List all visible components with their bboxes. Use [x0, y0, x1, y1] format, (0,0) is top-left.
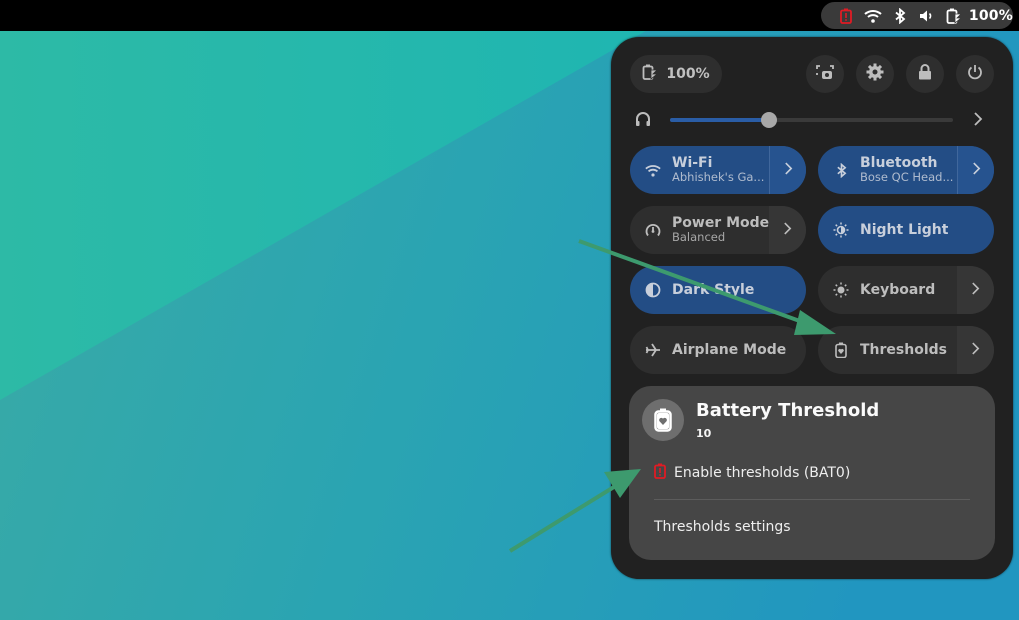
battery-percentage: 100%	[968, 7, 1013, 24]
tile-bluetooth-toggle[interactable]: Bluetooth Bose QC Head...	[818, 146, 957, 194]
wifi-icon	[860, 6, 887, 26]
top-bar: 100%	[0, 0, 1019, 31]
tile-wifi[interactable]: Wi-Fi Abhishek's Ga...	[630, 146, 806, 194]
settings-button[interactable]	[856, 55, 894, 93]
tile-title: Power Mode	[672, 215, 770, 232]
tile-title: Dark Style	[672, 281, 755, 298]
bluetooth-icon	[887, 6, 914, 26]
tile-power-mode-toggle[interactable]: Power Mode Balanced	[630, 206, 769, 254]
tile-keyboard-menu-button[interactable]	[957, 266, 994, 314]
tile-thresholds-toggle[interactable]: Thresholds	[818, 326, 957, 374]
quick-settings-panel: 100% Wi-Fi Abhishek's Ga... Bluetooth Bo…	[611, 37, 1013, 579]
battery-alert-icon	[833, 6, 860, 26]
chevron-right-icon	[971, 341, 980, 360]
battery-label: 100%	[666, 66, 710, 82]
tile-title: Night Light	[860, 221, 949, 238]
thresholds-settings-item[interactable]: Thresholds settings	[654, 519, 791, 535]
power-mode-icon	[644, 221, 662, 239]
menu-subtitle: 10	[696, 427, 712, 440]
volume-row	[630, 107, 990, 131]
tile-keyboard-toggle[interactable]: Keyboard	[818, 266, 957, 314]
wifi-icon	[644, 161, 662, 179]
tile-bluetooth[interactable]: Bluetooth Bose QC Head...	[818, 146, 994, 194]
airplane-icon	[644, 341, 662, 359]
volume-slider-handle[interactable]	[761, 112, 778, 128]
enable-thresholds-item[interactable]: Enable thresholds (BAT0)	[654, 463, 850, 483]
chevron-right-icon	[971, 281, 980, 300]
tile-title: Wi-Fi	[672, 155, 713, 172]
tile-bluetooth-menu-button[interactable]	[957, 146, 994, 194]
battery-heart-icon	[832, 341, 850, 359]
chevron-right-icon	[784, 161, 793, 180]
tile-title: Bluetooth	[860, 155, 938, 172]
system-status-menu[interactable]: 100%	[821, 2, 1013, 29]
volume-slider-fill	[670, 118, 770, 122]
tile-airplane-mode[interactable]: Airplane Mode	[630, 326, 806, 374]
night-light-icon	[832, 221, 850, 239]
tile-thresholds[interactable]: Thresholds	[818, 326, 994, 374]
battery-button[interactable]: 100%	[630, 55, 722, 93]
battery-threshold-menu: Battery Threshold 10 Enable thresholds (…	[629, 386, 995, 560]
battery-heart-icon	[642, 399, 684, 441]
tile-power-mode-menu-button[interactable]	[769, 206, 806, 254]
screenshot-button[interactable]	[806, 55, 844, 93]
settings-icon	[866, 63, 884, 85]
tile-night-light[interactable]: Night Light	[818, 206, 994, 254]
power-icon	[967, 64, 983, 84]
enable-thresholds-label: Enable thresholds (BAT0)	[674, 465, 851, 481]
battery-charging-icon	[940, 6, 967, 26]
tile-keyboard[interactable]: Keyboard	[818, 266, 994, 314]
tile-subtitle: Abhishek's Ga...	[672, 170, 765, 185]
volume-slider[interactable]	[670, 112, 953, 128]
chevron-right-icon	[783, 221, 792, 240]
tile-night-light-toggle[interactable]: Night Light	[818, 206, 994, 254]
tile-title: Thresholds	[860, 341, 947, 358]
tile-dark-style[interactable]: Dark Style	[630, 266, 806, 314]
dark-style-icon	[644, 281, 662, 299]
menu-title: Battery Threshold	[696, 400, 880, 421]
tile-thresholds-menu-button[interactable]	[957, 326, 994, 374]
headphones-icon	[635, 111, 651, 131]
tile-title: Keyboard	[860, 281, 936, 298]
battery-charging-icon	[642, 64, 659, 84]
tile-subtitle: Bose QC Head...	[860, 170, 954, 185]
tile-title: Airplane Mode	[672, 341, 787, 358]
battery-alert-icon	[654, 463, 666, 483]
brightness-icon	[832, 281, 850, 299]
tile-power-mode[interactable]: Power Mode Balanced	[630, 206, 806, 254]
chevron-right-icon	[972, 161, 981, 180]
lock-button[interactable]	[906, 55, 944, 93]
tile-dark-style-toggle[interactable]: Dark Style	[630, 266, 806, 314]
tile-airplane-mode-toggle[interactable]: Airplane Mode	[630, 326, 806, 374]
tile-wifi-toggle[interactable]: Wi-Fi Abhishek's Ga...	[630, 146, 769, 194]
tile-subtitle: Balanced	[672, 230, 726, 245]
bluetooth-icon	[832, 161, 850, 179]
screenshot-icon	[816, 64, 834, 84]
menu-separator	[654, 499, 970, 500]
power-button[interactable]	[956, 55, 994, 93]
volume-icon	[913, 6, 940, 26]
lock-icon	[918, 64, 932, 84]
tile-wifi-menu-button[interactable]	[769, 146, 806, 194]
output-device-chevron-icon[interactable]	[973, 111, 983, 131]
